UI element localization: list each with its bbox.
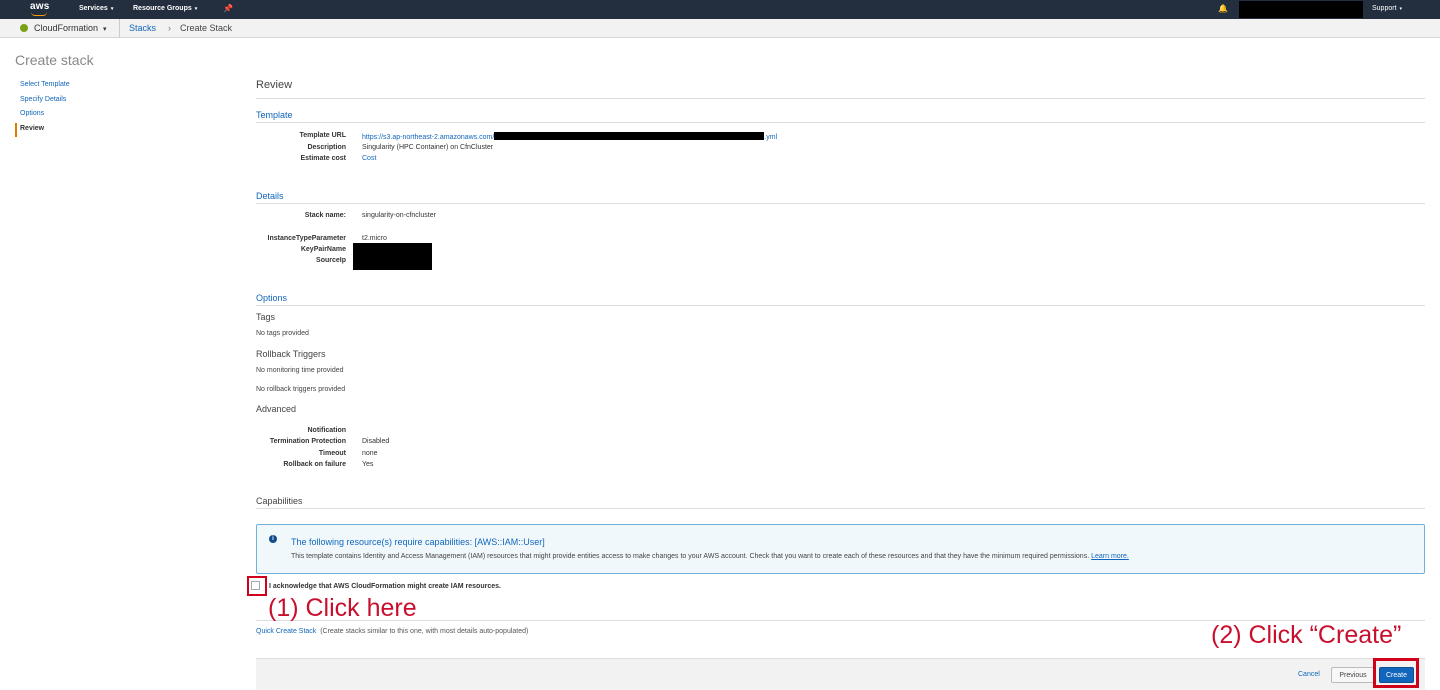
rollback-failure-value: Yes (362, 461, 374, 468)
estimate-cost-label: Estimate cost (300, 155, 346, 162)
tags-title: Tags (256, 312, 276, 322)
template-url-prefix: https://s3.ap-northeast-2.amazonaws.com/ (362, 134, 495, 141)
rollback-triggers-value: No rollback triggers provided (256, 386, 346, 393)
previous-button[interactable]: Previous (1331, 667, 1375, 683)
notification-label: Notification (307, 427, 347, 434)
step-specify-details[interactable]: Specify Details (15, 94, 70, 109)
instance-type-label: InstanceTypeParameter (267, 235, 346, 242)
top-navbar: aws Services ▾ Resource Groups ▾ 📌 🔔 Suppo… (0, 0, 1440, 19)
review-heading: Review (256, 79, 293, 91)
services-label: Services (79, 5, 108, 12)
capabilities-info-title: The following resource(s) require capabi… (291, 537, 545, 547)
keypair-label: KeyPairName (300, 246, 346, 253)
aws-logo-smile-icon (31, 12, 47, 16)
instance-type-value: t2.micro (362, 235, 387, 242)
monitoring-value: No monitoring time provided (256, 367, 344, 374)
step-review: Review (15, 122, 70, 137)
capabilities-title: Capabilities (256, 496, 303, 506)
template-section-title: Template (256, 110, 293, 120)
services-menu[interactable]: Services ▾ (79, 5, 113, 12)
template-url-redacted (494, 132, 765, 140)
tags-value: No tags provided (256, 330, 309, 337)
description-label: Description (307, 144, 346, 151)
stack-name-value: singularity-on-cfncluster (362, 212, 436, 219)
aws-logo[interactable]: aws (30, 1, 50, 12)
support-menu[interactable]: Support ▾ (1372, 5, 1402, 12)
advanced-title: Advanced (256, 404, 297, 414)
quick-create-link[interactable]: Quick Create Stack (256, 628, 316, 635)
service-name: CloudFormation (34, 23, 99, 33)
divider (256, 508, 1425, 509)
chevron-down-icon: ▾ (194, 6, 198, 12)
quick-create-note: (Create stacks similar to this one, with… (320, 628, 529, 635)
breadcrumb-current: Create Stack (180, 23, 233, 33)
resource-groups-menu[interactable]: Resource Groups ▾ (133, 5, 197, 12)
template-url-label: Template URL (299, 132, 346, 139)
rollback-failure-label: Rollback on failure (283, 461, 346, 468)
bell-icon[interactable]: 🔔 (1218, 4, 1228, 13)
details-section-title: Details (256, 191, 284, 201)
quick-create-row: Quick Create Stack (Create stacks simila… (256, 628, 528, 635)
description-value: Singularity (HPC Container) on CfnCluste… (362, 144, 494, 151)
step-select-template[interactable]: Select Template (15, 79, 70, 94)
template-url-suffix: .yml (764, 134, 778, 141)
capabilities-info-box: i The following resource(s) require capa… (256, 524, 1425, 574)
learn-more-link[interactable]: Learn more. (1091, 553, 1129, 560)
account-menu-redacted[interactable] (1239, 1, 1363, 18)
breadcrumb-separator-icon: › (168, 23, 171, 33)
annotation-highlight-checkbox (247, 576, 267, 596)
chevron-down-icon: ▾ (103, 26, 107, 33)
annotation-step1: (1) Click here (268, 594, 417, 622)
chevron-down-icon: ▾ (110, 6, 114, 12)
cancel-button[interactable]: Cancel (1298, 671, 1320, 678)
rollback-triggers-title: Rollback Triggers (256, 349, 326, 359)
template-url-value[interactable]: https://s3.ap-northeast-2.amazonaws.com/… (362, 132, 777, 141)
wizard-footer (256, 658, 1425, 690)
breadcrumb-stacks[interactable]: Stacks (129, 23, 156, 33)
cloudformation-icon (20, 24, 28, 32)
annotation-step2: (2) Click “Create” (1211, 621, 1402, 649)
termination-value: Disabled (362, 438, 390, 445)
support-label: Support (1372, 5, 1397, 12)
resource-groups-label: Resource Groups (133, 5, 192, 12)
timeout-value: none (362, 450, 378, 457)
timeout-label: Timeout (318, 450, 346, 457)
termination-label: Termination Protection (269, 438, 346, 445)
parameters-redacted (353, 243, 432, 270)
acknowledge-iam-label[interactable]: I acknowledge that AWS CloudFormation mi… (269, 583, 501, 590)
page-title: Create stack (15, 52, 94, 68)
wizard-steps: Select Template Specify Details Options … (15, 79, 70, 137)
capabilities-info-text: This template contains Identity and Acce… (291, 553, 1090, 560)
options-section-title: Options (256, 293, 288, 303)
sourceip-label: SourceIp (316, 257, 346, 264)
info-icon: i (269, 535, 277, 543)
estimate-cost-link[interactable]: Cost (362, 155, 376, 162)
chevron-down-icon: ▾ (1399, 6, 1403, 12)
stack-name-label: Stack name: (304, 212, 346, 219)
divider (256, 122, 1425, 123)
capabilities-info-body: This template contains Identity and Acce… (291, 553, 1129, 560)
pin-icon[interactable]: 📌 (223, 4, 233, 13)
divider (256, 98, 1425, 99)
step-options[interactable]: Options (15, 108, 70, 123)
divider (256, 305, 1425, 306)
service-bar: CloudFormation ▾ Stacks › Create Stack (0, 19, 1440, 38)
divider (256, 203, 1425, 204)
service-switcher[interactable]: CloudFormation ▾ (0, 19, 120, 37)
annotation-highlight-create (1373, 658, 1419, 688)
